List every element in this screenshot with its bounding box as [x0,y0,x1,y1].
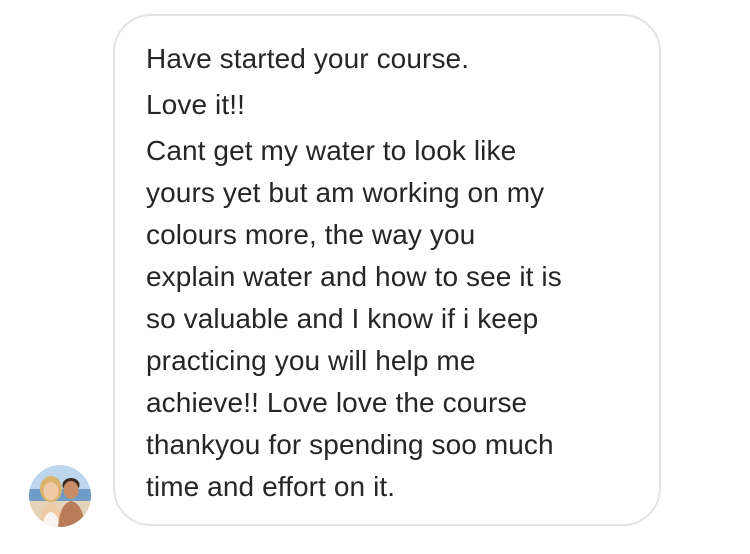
message-line: so valuable and I know if i keep [146,303,539,334]
message-line: explain water and how to see it is [146,261,562,292]
message-line: Love it!! [146,89,245,120]
message-bubble[interactable]: Have started your course. Love it!! Cant… [113,14,661,526]
message-line: yours yet but am working on my [146,177,545,208]
message-line: practicing you will help me [146,345,476,376]
profile-photo-icon [29,465,91,527]
message-line: achieve!! Love love the course [146,387,528,418]
message-line: Have started your course. [146,43,470,74]
message-line: Cant get my water to look like [146,135,517,166]
message-line: colours more, the way you [146,219,476,250]
message-line: time and effort on it. [146,471,396,502]
message-line: thankyou for spending soo much [146,429,554,460]
sender-avatar[interactable] [29,465,91,527]
